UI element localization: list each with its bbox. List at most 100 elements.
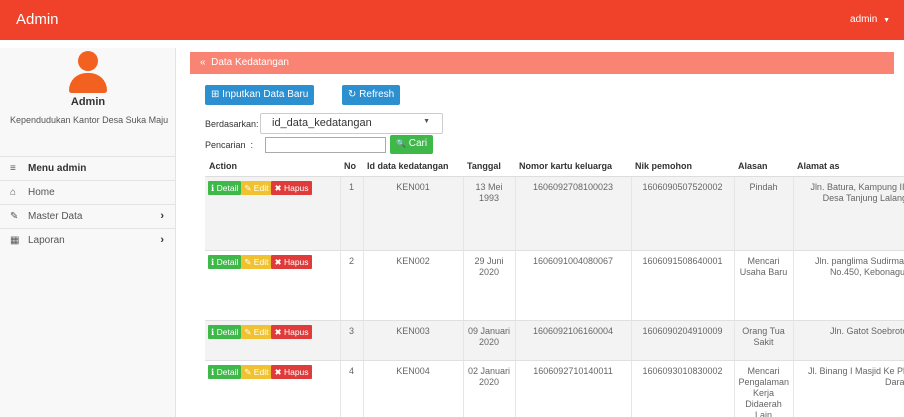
cell-kk: 1606092106160004 — [515, 320, 632, 361]
column-header[interactable]: No — [340, 156, 363, 177]
sidebar-item-label: Home — [28, 187, 55, 198]
cell-kk: 1606091004080067 — [515, 250, 632, 321]
cell-alasan: Pindah — [734, 176, 794, 251]
calendar-icon: ▦ — [10, 235, 20, 246]
delete-button[interactable]: ✖ Hapus — [271, 324, 312, 339]
cell-no: 2 — [340, 250, 364, 321]
column-header[interactable]: Action — [205, 156, 340, 177]
edit-button[interactable]: ✎ Edit — [241, 364, 272, 379]
action-cell: ℹ Detail ✎ Edit ✖ Hapus — [205, 250, 341, 321]
cell-no: 3 — [340, 320, 364, 361]
user-name: admin — [850, 14, 878, 25]
cell-alasan: Mencari Usaha Baru — [734, 250, 794, 321]
cell-alasan: Mencari Pengalaman Kerja Didaerah Lain — [734, 360, 794, 417]
cell-tanggal: 02 Januari 2020 — [463, 360, 516, 417]
sidebar: Admin Kependudukan Kantor Desa Suka Maju… — [0, 48, 176, 417]
refresh-button[interactable]: ↻ Refresh — [342, 85, 401, 105]
cell-no: 1 — [340, 176, 364, 251]
search-button-label: Cari — [408, 138, 428, 149]
sidebar-item-laporan[interactable]: ▦ Laporan › — [0, 228, 176, 252]
refresh-button-label: Refresh — [359, 89, 395, 100]
add-new-data-button[interactable]: ⊞ Inputkan Data Baru — [205, 85, 315, 105]
column-header[interactable]: Nomor kartu keluarga — [515, 156, 631, 177]
sidebar-item-label: Menu admin — [28, 163, 87, 174]
table-row: ℹ Detail ✎ Edit ✖ Hapus 1 KEN001 13 Mei 19… — [205, 176, 904, 251]
table-row: ℹ Detail ✎ Edit ✖ Hapus 4 KEN004 02 Januar… — [205, 360, 904, 417]
menu-icon: ≡ — [10, 163, 16, 174]
panel-title: Data Kedatangan — [211, 57, 289, 68]
double-chevron-left-icon[interactable]: « — [200, 57, 206, 68]
table-row: ℹ Detail ✎ Edit ✖ Hapus 2 KEN002 29 Juni 2… — [205, 250, 904, 321]
delete-button[interactable]: ✖ Hapus — [271, 364, 312, 379]
dropdown-arrow-icon: ▼ — [423, 118, 430, 125]
table-row: ℹ Detail ✎ Edit ✖ Hapus 3 KEN003 09 Januar… — [205, 320, 904, 361]
action-cell: ℹ Detail ✎ Edit ✖ Hapus — [205, 176, 341, 251]
search-icon: 🔍 — [396, 139, 406, 148]
detail-button[interactable]: ℹ Detail — [208, 180, 242, 195]
chevron-right-icon: › — [160, 234, 164, 246]
column-header[interactable]: Alamat as — [793, 156, 904, 177]
user-menu[interactable]: admin ▼ — [850, 14, 890, 25]
data-table: Action No Id data kedatangan Tanggal Nom… — [205, 156, 904, 417]
table-header-row: Action No Id data kedatangan Tanggal Nom… — [205, 156, 904, 177]
home-icon: ⌂ — [10, 187, 17, 198]
sidebar-description: Kependudukan Kantor Desa Suka Maju — [10, 115, 169, 125]
column-header[interactable]: Tanggal — [463, 156, 515, 177]
top-navbar: Admin admin ▼ — [0, 0, 904, 40]
cell-no: 4 — [340, 360, 364, 417]
cell-alamat: Jln. Batura, Kampung II, Desa Tanjung La… — [793, 176, 904, 251]
edit-icon: ✎ — [10, 211, 19, 222]
sidebar-user-name: Admin — [70, 96, 106, 108]
plus-square-icon: ⊞ — [211, 89, 220, 100]
sidebar-menu: ≡ Menu admin ⌂ Home ✎ Master Data › ▦ La… — [0, 156, 176, 252]
sidebar-item-home[interactable]: ⌂ Home — [0, 180, 176, 204]
data-table-container: Action No Id data kedatangan Tanggal Nom… — [205, 156, 904, 417]
filter-by-value: id_data_kedatangan — [272, 117, 372, 129]
cell-id: KEN004 — [363, 360, 464, 417]
cell-tanggal: 13 Mei 1993 — [463, 176, 516, 251]
cell-tanggal: 09 Januari 2020 — [463, 320, 516, 361]
sidebar-item-menu-admin: ≡ Menu admin — [0, 156, 176, 180]
panel-header: « Data Kedatangan — [190, 52, 894, 74]
caret-down-icon: ▼ — [883, 17, 890, 24]
cell-nik: 1606091508640001 — [631, 250, 735, 321]
delete-button[interactable]: ✖ Hapus — [271, 180, 312, 195]
column-header[interactable]: Alasan — [734, 156, 793, 177]
edit-button[interactable]: ✎ Edit — [241, 254, 272, 269]
user-avatar-icon — [69, 51, 107, 93]
chevron-right-icon: › — [160, 210, 164, 222]
cell-alamat: Jl. Binang I Masjid Ke Plj Darat — [793, 360, 904, 417]
edit-button[interactable]: ✎ Edit — [241, 324, 272, 339]
detail-button[interactable]: ℹ Detail — [208, 254, 242, 269]
refresh-icon: ↻ — [348, 89, 357, 100]
cell-alamat: Jln. panglima Sudirmar No.450, Kebonagui — [793, 250, 904, 321]
cell-nik: 1606090204910009 — [631, 320, 735, 361]
search-button[interactable]: 🔍 Cari — [390, 135, 434, 154]
cell-alamat: Jln. Gatot Soebrotc — [793, 320, 904, 361]
filter-by-select[interactable]: id_data_kedatangan ▼ — [260, 113, 443, 134]
column-header[interactable]: Nik pemohon — [631, 156, 734, 177]
sidebar-item-label: Laporan — [28, 235, 65, 246]
action-cell: ℹ Detail ✎ Edit ✖ Hapus — [205, 320, 341, 361]
cell-nik: 1606093010830002 — [631, 360, 735, 417]
filter-by-label: Berdasarkan: — [205, 119, 259, 129]
sidebar-item-master-data[interactable]: ✎ Master Data › — [0, 204, 176, 228]
delete-button[interactable]: ✖ Hapus — [271, 254, 312, 269]
add-button-label: Inputkan Data Baru — [222, 89, 309, 100]
action-cell: ℹ Detail ✎ Edit ✖ Hapus — [205, 360, 341, 417]
search-input[interactable] — [265, 137, 386, 153]
cell-tanggal: 29 Juni 2020 — [463, 250, 516, 321]
edit-button[interactable]: ✎ Edit — [241, 180, 272, 195]
brand-title[interactable]: Admin — [16, 11, 59, 28]
cell-nik: 1606090507520002 — [631, 176, 735, 251]
cell-id: KEN003 — [363, 320, 464, 361]
detail-button[interactable]: ℹ Detail — [208, 324, 242, 339]
cell-kk: 1606092710140011 — [515, 360, 632, 417]
cell-alasan: Orang Tua Sakit — [734, 320, 794, 361]
cell-kk: 1606092708100023 — [515, 176, 632, 251]
cell-id: KEN001 — [363, 176, 464, 251]
sidebar-item-label: Master Data — [28, 211, 83, 222]
detail-button[interactable]: ℹ Detail — [208, 364, 242, 379]
column-header[interactable]: Id data kedatangan — [363, 156, 463, 177]
search-label: Pencarian : — [205, 140, 254, 150]
